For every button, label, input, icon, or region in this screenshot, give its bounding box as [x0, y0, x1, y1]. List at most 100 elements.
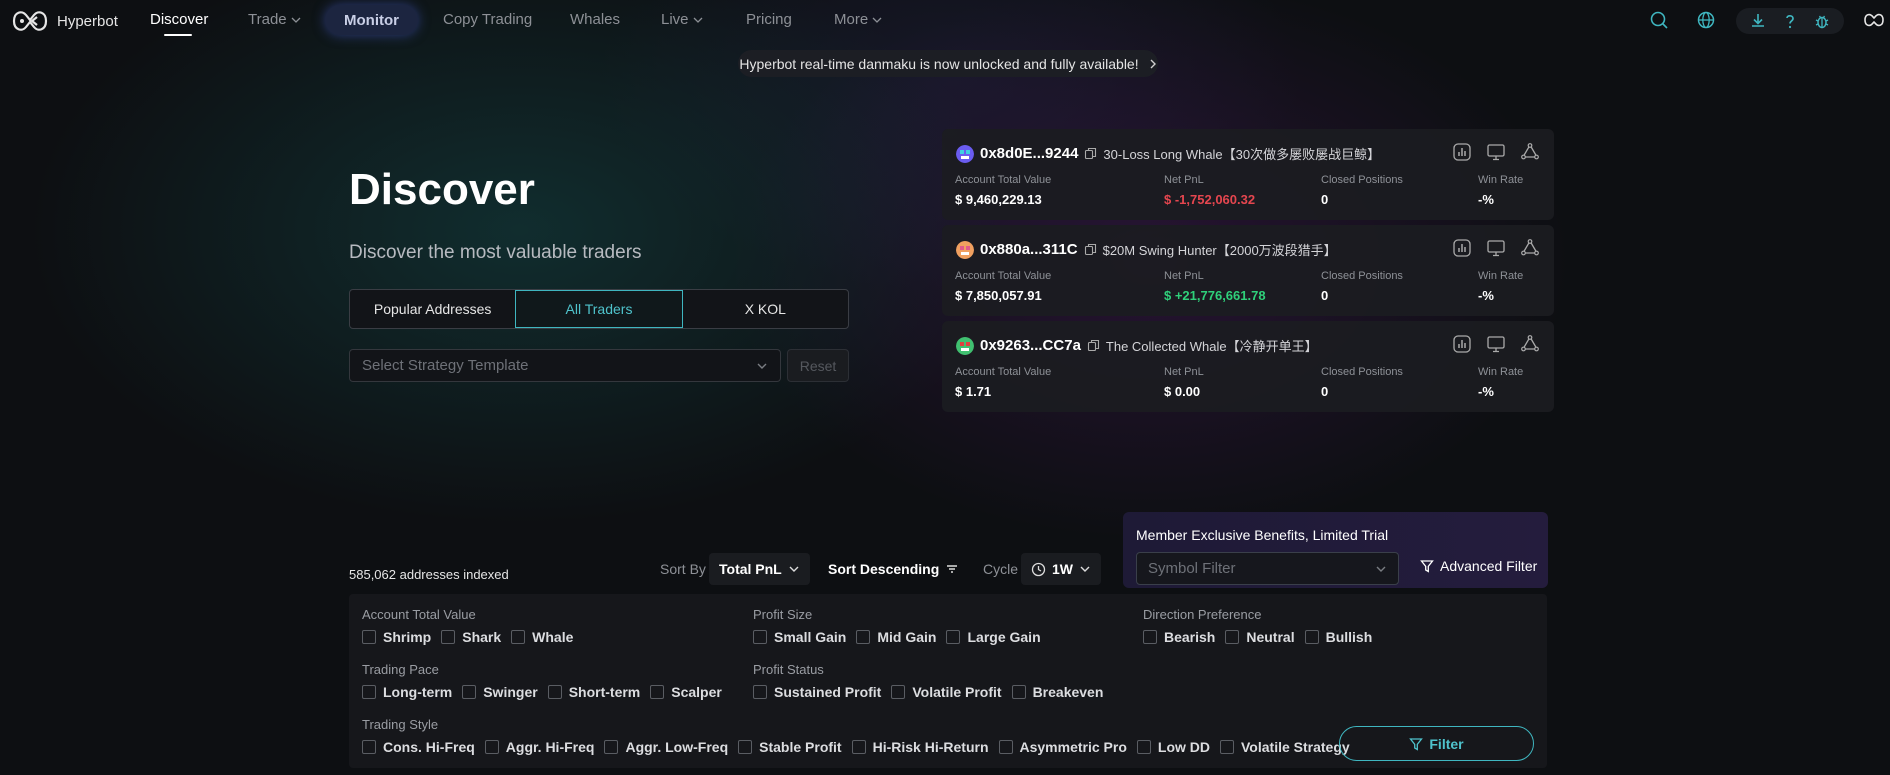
copy-icon[interactable]: [1084, 243, 1097, 256]
copy-icon[interactable]: [1084, 147, 1097, 160]
trader-address[interactable]: 0x8d0E...9244: [980, 145, 1078, 162]
checkbox[interactable]: [753, 685, 767, 699]
copy-icon[interactable]: [1087, 339, 1100, 352]
checkbox[interactable]: [1143, 630, 1157, 644]
filter-option[interactable]: Cons. Hi-Freq: [362, 739, 475, 755]
checkbox[interactable]: [753, 630, 767, 644]
gamepad-icon[interactable]: [1862, 10, 1886, 30]
share-icon[interactable]: [1520, 334, 1540, 354]
filter-option[interactable]: Stable Profit: [738, 739, 842, 755]
brand-logo[interactable]: Hyperbot: [10, 6, 118, 36]
trader-card-actions: [1452, 142, 1540, 162]
tab-popular-addresses[interactable]: Popular Addresses: [350, 290, 515, 328]
filter-option-label: Bearish: [1164, 629, 1216, 645]
filter-option[interactable]: Low DD: [1136, 739, 1210, 755]
filter-option[interactable]: Small Gain: [753, 629, 846, 645]
stat-account-total-value: Account Total Value $ 1.71: [955, 366, 1051, 399]
nav-trade[interactable]: Trade: [248, 11, 301, 28]
filter-option-label: Cons. Hi-Freq: [383, 739, 475, 755]
monitor-icon[interactable]: [1486, 334, 1506, 354]
nav-live[interactable]: Live: [661, 11, 703, 28]
monitor-icon[interactable]: [1486, 142, 1506, 162]
checkbox[interactable]: [362, 685, 376, 699]
filter-option[interactable]: Whale: [511, 629, 573, 645]
filter-option[interactable]: Volatile Profit: [891, 684, 1002, 700]
stat-account-total-value: Account Total Value $ 7,850,057.91: [955, 270, 1051, 303]
checkbox[interactable]: [946, 630, 961, 644]
filter-option[interactable]: Long-term: [362, 684, 452, 700]
sort-order-toggle[interactable]: Sort Descending: [818, 553, 969, 585]
nav-copy-trading[interactable]: Copy Trading: [443, 11, 532, 28]
globe-icon[interactable]: [1696, 10, 1716, 30]
checkbox[interactable]: [604, 740, 619, 754]
help-icon[interactable]: [1781, 12, 1799, 30]
tab-all-traders[interactable]: All Traders: [515, 290, 683, 328]
checkbox[interactable]: [484, 740, 499, 754]
trader-category-tabs: Popular Addresses All Traders X KOL: [349, 289, 849, 329]
checkbox[interactable]: [650, 685, 665, 699]
checkbox[interactable]: [1220, 740, 1234, 754]
filter-option[interactable]: Scalper: [650, 684, 722, 700]
nav-pricing[interactable]: Pricing: [746, 11, 792, 28]
checkbox[interactable]: [1136, 740, 1151, 754]
nav-monitor[interactable]: Monitor: [325, 5, 418, 35]
checkbox[interactable]: [441, 630, 456, 644]
filter-option[interactable]: Breakeven: [1011, 684, 1103, 700]
search-icon[interactable]: [1649, 10, 1669, 30]
share-icon[interactable]: [1520, 238, 1540, 258]
advanced-filter-button[interactable]: Advanced Filter: [1420, 558, 1537, 574]
checkbox[interactable]: [856, 630, 871, 644]
filter-option[interactable]: Aggr. Hi-Freq: [484, 739, 594, 755]
filter-option[interactable]: Large Gain: [946, 629, 1041, 645]
filter-button[interactable]: Filter: [1339, 726, 1534, 761]
download-icon[interactable]: [1749, 12, 1767, 30]
filter-option[interactable]: Volatile Strategy: [1220, 739, 1350, 755]
announcement-banner[interactable]: Hyperbot real-time danmaku is now unlock…: [738, 50, 1158, 77]
filter-option[interactable]: Aggr. Low-Freq: [604, 739, 728, 755]
checkbox[interactable]: [891, 685, 906, 699]
filter-option[interactable]: Sustained Profit: [753, 684, 881, 700]
trader-address[interactable]: 0x9263...CC7a: [980, 337, 1081, 354]
symbol-filter-select[interactable]: Symbol Filter: [1136, 552, 1399, 585]
cycle-select[interactable]: 1W: [1021, 553, 1101, 585]
checkbox[interactable]: [1225, 630, 1240, 644]
filter-option[interactable]: Neutral: [1225, 629, 1295, 645]
filter-option[interactable]: Hi-Risk Hi-Return: [851, 739, 989, 755]
checkbox[interactable]: [511, 630, 526, 644]
chart-icon[interactable]: [1452, 238, 1472, 258]
sort-by-select[interactable]: Total PnL: [709, 553, 810, 585]
chart-icon[interactable]: [1452, 334, 1472, 354]
nav-whales[interactable]: Whales: [570, 11, 620, 28]
filter-option[interactable]: Bullish: [1304, 629, 1372, 645]
chart-icon[interactable]: [1452, 142, 1472, 162]
checkbox[interactable]: [1011, 685, 1026, 699]
checkbox[interactable]: [362, 740, 376, 754]
filter-option[interactable]: Shark: [441, 629, 501, 645]
checkbox[interactable]: [851, 740, 866, 754]
tab-x-kol[interactable]: X KOL: [683, 290, 848, 328]
checkbox[interactable]: [362, 630, 376, 644]
checkbox[interactable]: [738, 740, 753, 754]
nav-discover[interactable]: Discover: [150, 11, 208, 28]
checkbox[interactable]: [462, 685, 477, 699]
nav-more[interactable]: More: [834, 11, 882, 28]
stat-label: Closed Positions: [1321, 366, 1403, 378]
monitor-icon[interactable]: [1486, 238, 1506, 258]
reset-button[interactable]: Reset: [787, 349, 849, 382]
trader-address[interactable]: 0x880a...311C: [980, 241, 1078, 258]
filter-option[interactable]: Swinger: [462, 684, 538, 700]
checkbox[interactable]: [998, 740, 1013, 754]
checkbox[interactable]: [1304, 630, 1319, 644]
strategy-template-select[interactable]: Select Strategy Template: [349, 349, 781, 382]
checkbox[interactable]: [547, 685, 562, 699]
share-icon[interactable]: [1520, 142, 1540, 162]
filter-option[interactable]: Short-term: [547, 684, 640, 700]
filter-option[interactable]: Shrimp: [362, 629, 431, 645]
trader-card[interactable]: 0x880a...311C $20M Swing Hunter【2000万波段猎手…: [942, 225, 1554, 316]
trader-card[interactable]: 0x9263...CC7a The Collected Whale【冷静开单王】 A…: [942, 321, 1554, 412]
filter-option[interactable]: Mid Gain: [856, 629, 936, 645]
trader-card[interactable]: 0x8d0E...9244 30-Loss Long Whale【30次做多屡败屡…: [942, 129, 1554, 220]
filter-option[interactable]: Asymmetric Pro: [998, 739, 1127, 755]
bug-icon[interactable]: [1813, 12, 1831, 30]
filter-option[interactable]: Bearish: [1143, 629, 1215, 645]
